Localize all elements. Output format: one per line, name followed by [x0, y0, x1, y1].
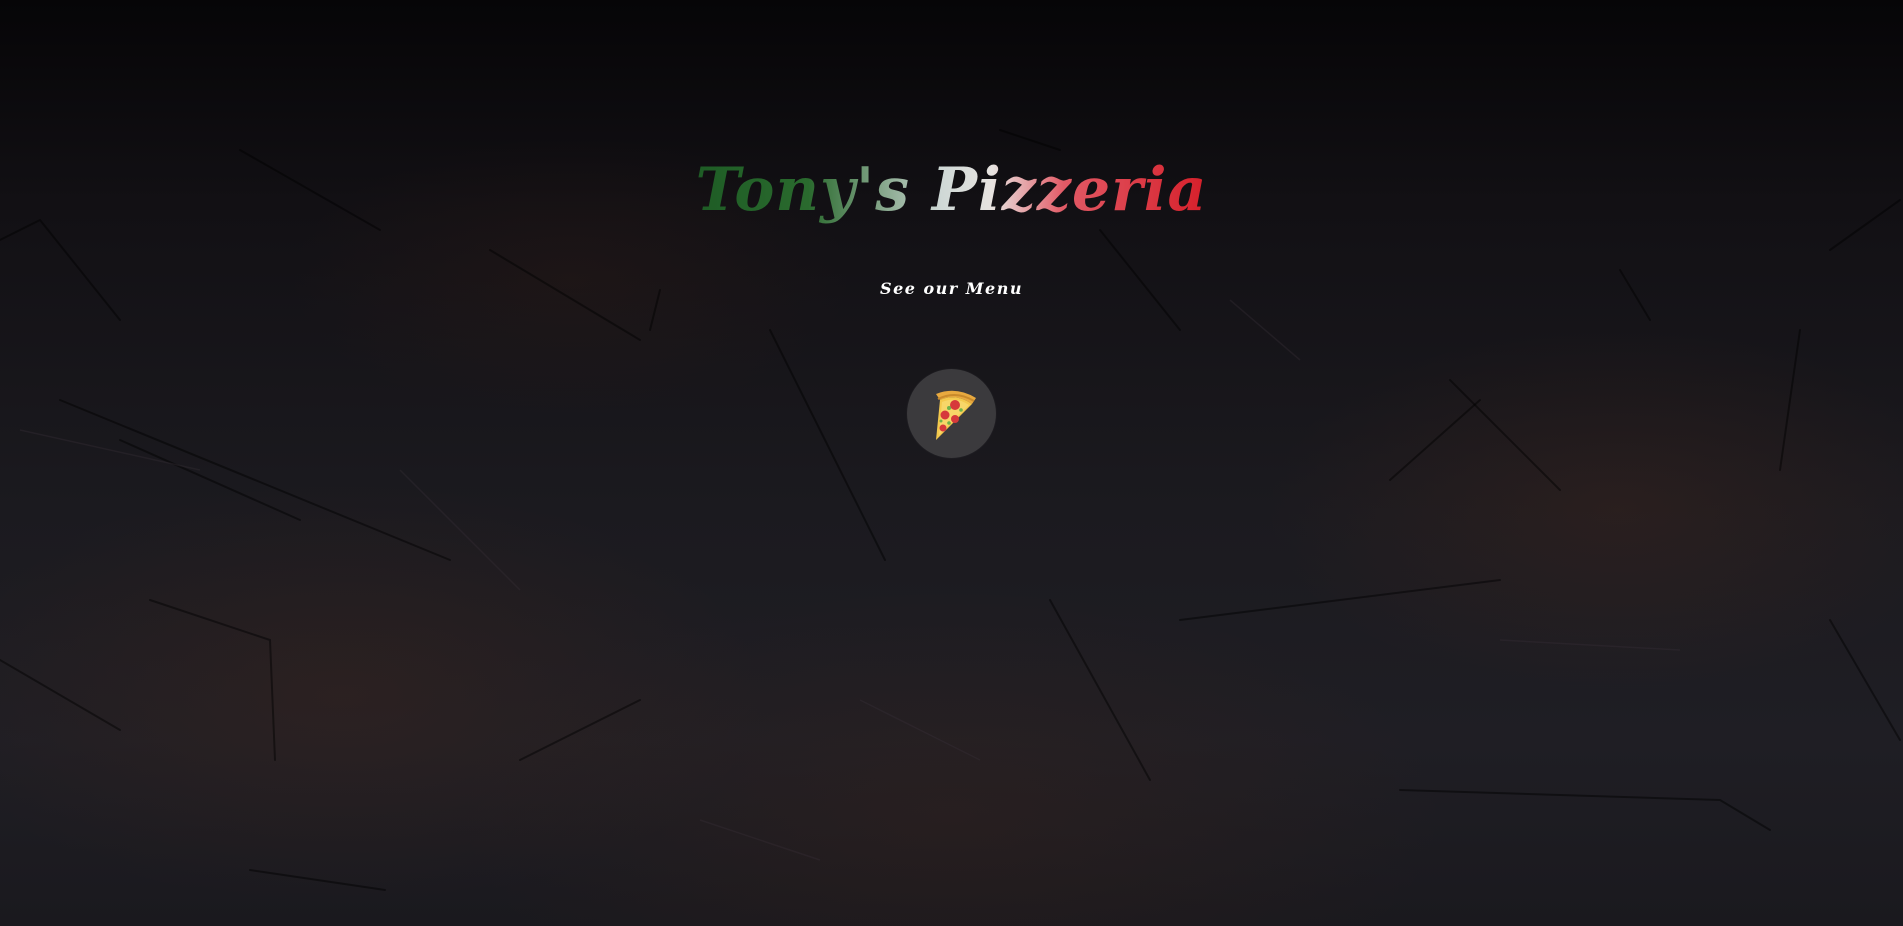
- brand-title-text: Tony's Pizzeria: [695, 155, 1208, 225]
- pizza-slice-icon: [935, 390, 976, 440]
- brand-title: Tony's Pizzeria: [0, 150, 1903, 230]
- hero-section: Tony's Pizzeria See our Menu: [0, 0, 1903, 926]
- see-menu-label[interactable]: See our Menu: [880, 279, 1023, 298]
- see-menu-link[interactable]: See our Menu: [0, 279, 1903, 298]
- pizza-button[interactable]: [907, 369, 996, 458]
